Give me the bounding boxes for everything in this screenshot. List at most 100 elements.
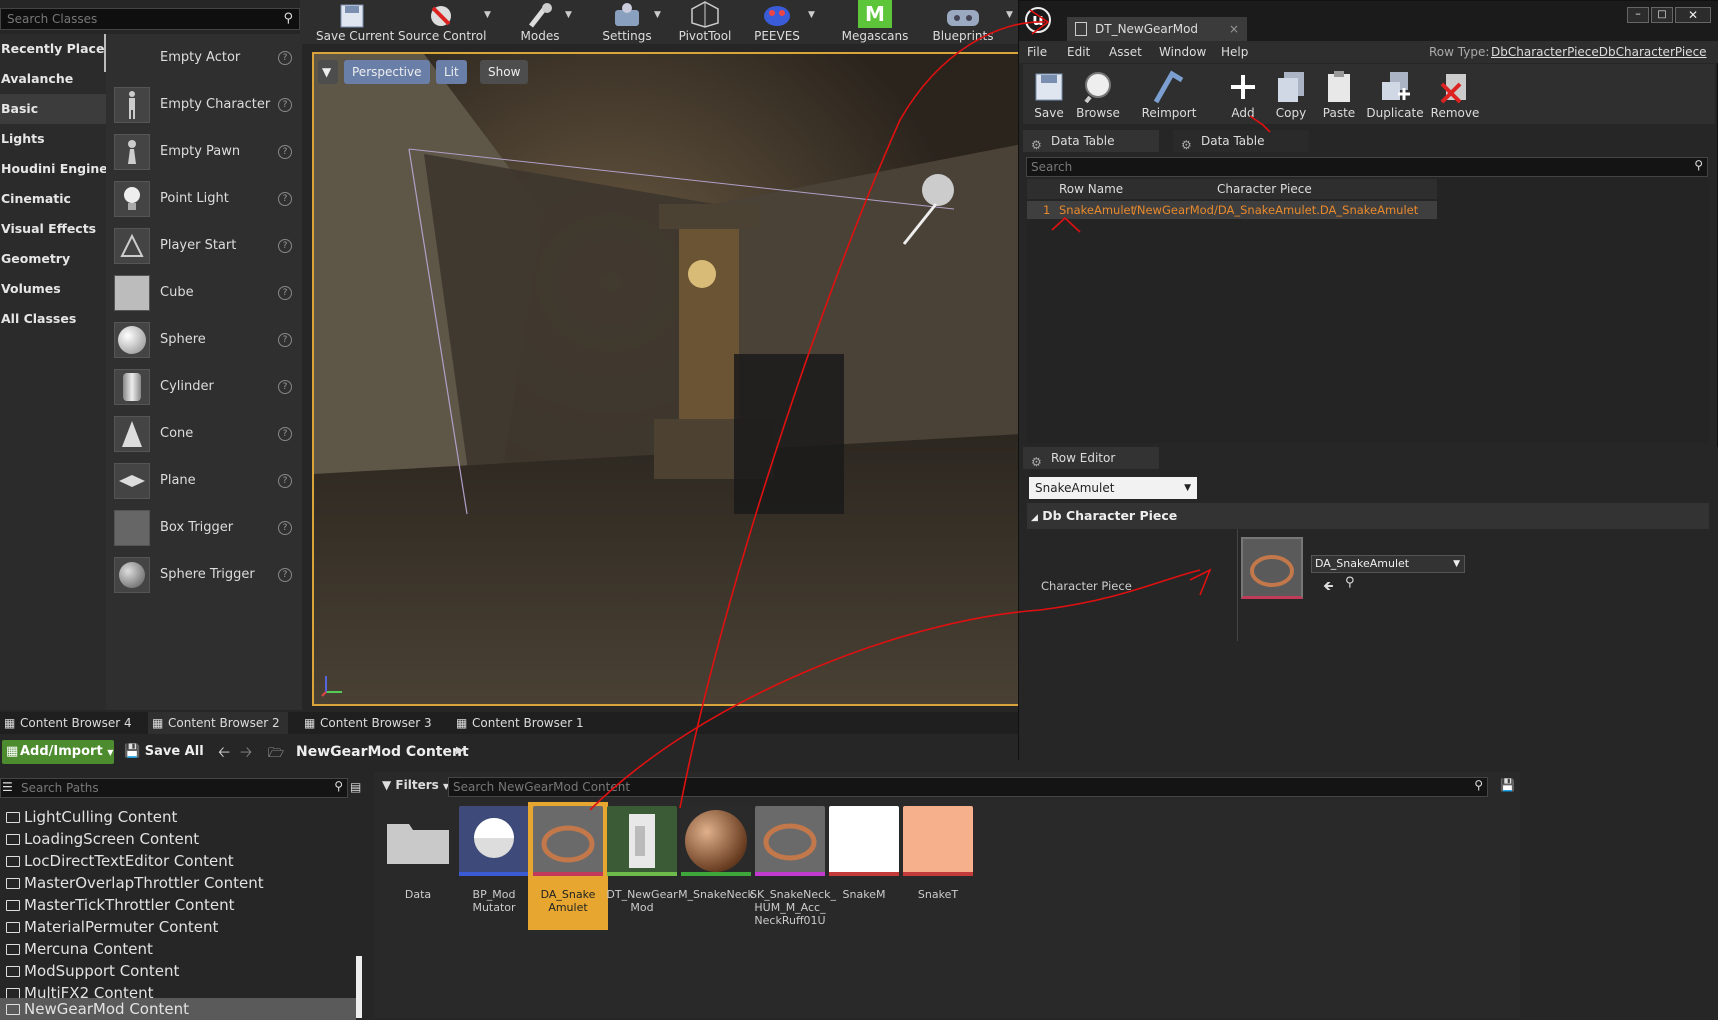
save-current-button[interactable]: Save Current	[316, 0, 394, 44]
help-icon[interactable]: ?	[278, 379, 292, 394]
menu-file[interactable]: File	[1027, 45, 1047, 59]
category-volumes[interactable]: Volumes	[0, 274, 106, 304]
help-icon[interactable]: ?	[278, 238, 292, 253]
category-houdini-engine[interactable]: Houdini Engine	[0, 154, 106, 184]
asset-tile-skeletal-mesh[interactable]: SK_SnakeNeck_ HUM_M_Acc_ NeckRuff01U	[750, 802, 836, 930]
filters-button[interactable]: ▼ Filters ▼	[382, 778, 449, 792]
path-item[interactable]: Mercuna Content	[6, 938, 153, 960]
place-item-cube[interactable]: Cube?	[106, 269, 302, 316]
tab-content-browser-3[interactable]: ▦ Content Browser 3	[300, 712, 440, 734]
back-arrow-icon[interactable]: 🡠	[218, 742, 230, 767]
place-item-empty-pawn[interactable]: Empty Pawn?	[106, 128, 302, 175]
close-tab-icon[interactable]: ×	[1229, 17, 1239, 41]
path-item[interactable]: MasterOverlapThrottler Content	[6, 872, 264, 894]
asset-picker-combo[interactable]: DA_SnakeAmulet ▼	[1311, 555, 1465, 573]
help-icon[interactable]: ?	[278, 567, 292, 582]
category-recently-placed[interactable]: Recently Placed	[0, 34, 106, 64]
megascans-button[interactable]: M Megascans	[840, 0, 910, 44]
forward-arrow-icon[interactable]: 🡢	[240, 742, 252, 767]
browse-button[interactable]: Browse	[1073, 68, 1123, 120]
category-header[interactable]: ◢ Db Character Piece	[1027, 503, 1709, 529]
place-item-empty-character[interactable]: Empty Character?	[106, 81, 302, 128]
help-icon[interactable]: ?	[278, 426, 292, 441]
level-viewport[interactable]: ▼ Perspective Lit Show	[312, 52, 1020, 706]
lit-button[interactable]: Lit	[436, 60, 467, 84]
menu-help[interactable]: Help	[1221, 45, 1248, 59]
place-item-sphere-trigger[interactable]: Sphere Trigger?	[106, 551, 302, 598]
pivot-tool-button[interactable]: PivotTool	[674, 0, 736, 44]
use-selected-arrow-icon[interactable]: 🡸	[1323, 577, 1334, 599]
path-item[interactable]: MaterialPermuter Content	[6, 916, 218, 938]
modes-button[interactable]: Modes	[510, 0, 570, 44]
path-item-selected[interactable]: NewGearMod Content	[0, 998, 356, 1020]
chevron-down-icon[interactable]: ▼	[808, 10, 815, 20]
category-lights[interactable]: Lights	[0, 124, 106, 154]
chevron-down-icon[interactable]: ▼	[1006, 10, 1013, 20]
path-item[interactable]: LoadingScreen Content	[6, 828, 199, 850]
viewport-options-button[interactable]: ▼	[318, 60, 338, 84]
row-type-link[interactable]: DbCharacterPieceDbCharacterPiece	[1491, 45, 1707, 59]
asset-tile-data-table[interactable]: DT_NewGear Mod	[602, 802, 682, 930]
place-item-point-light[interactable]: Point Light?	[106, 175, 302, 222]
help-icon[interactable]: ?	[278, 520, 292, 535]
menu-icon[interactable]: ▤	[350, 780, 361, 794]
asset-tile-blueprint[interactable]: BP_Mod Mutator	[454, 802, 534, 930]
place-item-sphere[interactable]: Sphere?	[106, 316, 302, 363]
perspective-button[interactable]: Perspective	[344, 60, 430, 84]
paste-button[interactable]: Paste	[1319, 68, 1359, 120]
menu-edit[interactable]: Edit	[1067, 45, 1090, 59]
place-item-cone[interactable]: Cone?	[106, 410, 302, 457]
save-button[interactable]: Save	[1029, 68, 1069, 120]
place-item-cylinder[interactable]: Cylinder?	[106, 363, 302, 410]
help-icon[interactable]: ?	[278, 97, 292, 112]
blueprints-button[interactable]: Blueprints	[926, 0, 1000, 44]
show-button[interactable]: Show	[480, 60, 529, 84]
save-all-button[interactable]: 💾 Save All	[124, 744, 204, 759]
path-item[interactable]: MasterTickThrottler Content	[6, 894, 234, 916]
close-window-button[interactable]: ✕	[1675, 7, 1711, 23]
source-control-button[interactable]: Source Control	[398, 0, 486, 44]
path-breadcrumb[interactable]: NewGearMod Content	[296, 744, 469, 760]
row-select-dropdown[interactable]: SnakeAmulet ▼	[1029, 477, 1197, 499]
table-row[interactable]: 1 SnakeAmulet /NewGearMod/DA_SnakeAmulet…	[1027, 201, 1437, 219]
duplicate-button[interactable]: Duplicate	[1365, 68, 1425, 120]
help-icon[interactable]: ?	[278, 191, 292, 206]
category-cinematic[interactable]: Cinematic	[0, 184, 106, 214]
category-visual-effects[interactable]: Visual Effects	[0, 214, 106, 244]
asset-tile-data-asset-selected[interactable]: DA_Snake Amulet	[528, 802, 608, 930]
chevron-down-icon[interactable]: ▼	[484, 10, 491, 20]
add-import-button[interactable]: ▦ Add/Import ▼	[2, 740, 114, 764]
remove-button[interactable]: Remove	[1429, 68, 1481, 120]
tab-row-editor[interactable]: ⚙ Row Editor	[1023, 447, 1159, 469]
tab-dt-newgearmod[interactable]: DT_NewGearMod ×	[1067, 17, 1247, 41]
place-item-player-start[interactable]: Player Start?	[106, 222, 302, 269]
data-table-search-input[interactable]: Search ⚲	[1026, 157, 1708, 177]
path-item[interactable]: LocDirectTextEditor Content	[6, 850, 234, 872]
tab-content-browser-4[interactable]: ▦ Content Browser 4	[0, 712, 134, 734]
asset-thumbnail[interactable]	[1241, 537, 1303, 599]
search-classes-input[interactable]: Search Classes ⚲	[0, 8, 300, 30]
chevron-down-icon[interactable]: ▼	[565, 10, 572, 20]
chevron-right-icon[interactable]: ▶	[456, 745, 464, 756]
place-item-empty-actor[interactable]: Empty Actor?	[106, 34, 302, 81]
asset-tile-folder[interactable]: Data	[378, 802, 458, 930]
asset-tile-material[interactable]: M_SnakeNeck	[676, 802, 756, 930]
paths-scrollbar[interactable]	[356, 956, 362, 1018]
place-item-box-trigger[interactable]: Box Trigger?	[106, 504, 302, 551]
browse-to-asset-icon[interactable]: ⚲	[1345, 575, 1355, 590]
tab-data-table[interactable]: ⚙ Data Table	[1023, 130, 1159, 152]
category-avalanche[interactable]: Avalanche	[0, 64, 106, 94]
help-icon[interactable]: ?	[278, 285, 292, 300]
reimport-button[interactable]: Reimport	[1135, 68, 1203, 120]
list-view-icon[interactable]: ☰	[2, 780, 13, 794]
chevron-down-icon[interactable]: ▼	[654, 10, 661, 20]
path-item[interactable]: ModSupport Content	[6, 960, 179, 982]
menu-asset[interactable]: Asset	[1109, 45, 1142, 59]
peeves-button[interactable]: PEEVES	[746, 0, 808, 44]
tab-content-browser-2[interactable]: ▦ Content Browser 2	[148, 712, 288, 734]
category-all-classes[interactable]: All Classes	[0, 304, 106, 334]
path-item[interactable]: LightCulling Content	[6, 806, 177, 828]
help-icon[interactable]: ?	[278, 144, 292, 159]
column-header-row-name[interactable]: Row Name	[1059, 182, 1123, 196]
category-geometry[interactable]: Geometry	[0, 244, 106, 274]
